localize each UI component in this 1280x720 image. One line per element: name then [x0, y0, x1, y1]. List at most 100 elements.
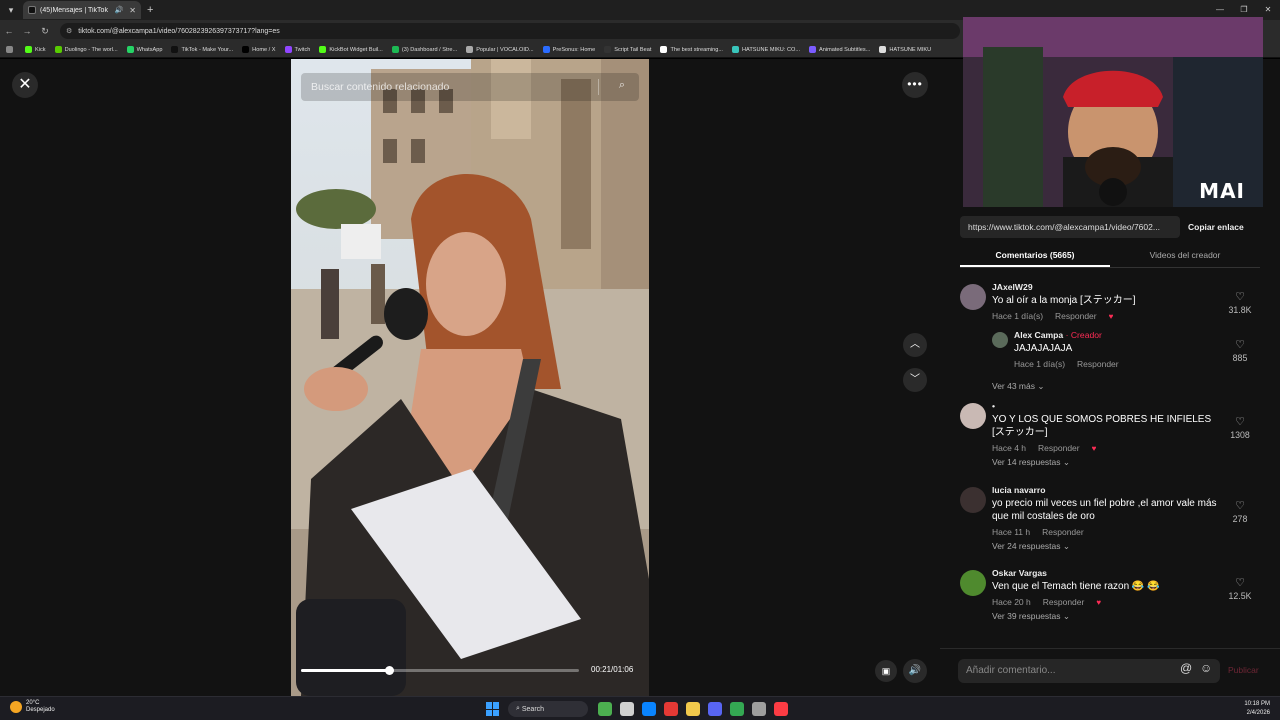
chatgpt-icon[interactable] [752, 702, 766, 716]
bookmark-item[interactable]: WhatsApp [126, 46, 162, 53]
close-viewer-button[interactable]: ✕ [12, 72, 38, 98]
comment-time: Hace 11 h [992, 527, 1031, 537]
bookmark-item[interactable]: The best streaming... [660, 46, 723, 53]
chrome-icon[interactable] [730, 702, 744, 716]
avatar[interactable] [960, 570, 986, 596]
heart-icon[interactable]: ♡ [1220, 290, 1260, 303]
bookmark-item[interactable]: Twitch [284, 46, 311, 53]
comment-likes[interactable]: ♡ 12.5K [1220, 576, 1260, 601]
heart-icon[interactable]: ♡ [1220, 576, 1260, 589]
tab-search-icon[interactable]: ▾ [3, 2, 19, 18]
progress-fill [301, 669, 390, 672]
view-replies[interactable]: Ver 14 respuestas ⌄ [992, 457, 1220, 468]
taskbar-search[interactable]: ⌕ Search [508, 701, 588, 717]
comment-likes[interactable]: ♡ 1308 [1220, 415, 1260, 440]
bookmark-item[interactable]: HATSUNE MIKU [879, 46, 931, 53]
more-options-button[interactable]: ••• [902, 72, 928, 98]
bookmark-item[interactable]: Script Tail Beat [604, 46, 651, 53]
site-info-icon[interactable]: ⚙ [66, 27, 72, 35]
music-icon[interactable] [774, 702, 788, 716]
tab-close-icon[interactable]: ✕ [129, 6, 136, 15]
bookmark-item[interactable]: Duolingo - The worl... [54, 46, 118, 53]
publish-button[interactable]: Publicar [1228, 665, 1259, 675]
bookmark-label: Twitch [294, 46, 311, 53]
reply-button[interactable]: Responder [1055, 311, 1097, 321]
floating-player-icon[interactable]: ▣ [875, 660, 897, 682]
opera-icon[interactable] [664, 702, 678, 716]
comment-username[interactable]: • [992, 401, 1220, 411]
browser-tab[interactable]: (45)Mensajes | TikTok 🔊 ✕ [23, 1, 141, 19]
heart-icon[interactable]: ♡ [1220, 499, 1260, 512]
reply-button[interactable]: Responder [1042, 527, 1084, 537]
url-field[interactable]: ⚙ tiktok.com/@alexcampa1/video/760282392… [60, 23, 960, 39]
task-view-icon[interactable] [620, 702, 634, 716]
avatar[interactable] [992, 332, 1008, 348]
discord-icon[interactable] [708, 702, 722, 716]
new-tab-button[interactable]: + [147, 4, 153, 16]
emoji-icon[interactable]: ☺ [1200, 661, 1212, 675]
heart-icon[interactable]: ♡ [1220, 415, 1260, 428]
bookmark-favicon-icon [126, 46, 134, 53]
bookmark-item[interactable]: Home / X [242, 46, 276, 53]
bookmark-favicon-icon [731, 46, 739, 53]
comment-meta: Hace 4 h Responder ♥ [992, 443, 1220, 453]
reply-username[interactable]: Alex Campa · Creador [1014, 330, 1220, 340]
comment-likes[interactable]: ♡ 278 [1220, 499, 1260, 524]
avatar[interactable] [960, 487, 986, 513]
heart-icon[interactable]: ♡ [1220, 338, 1260, 351]
tab-creator-videos[interactable]: Videos del creador [1110, 246, 1260, 267]
video-progress-bar[interactable] [301, 666, 579, 675]
edge-icon[interactable] [642, 702, 656, 716]
comment-text: yo precio mil veces un fiel pobre ,el am… [992, 498, 1217, 522]
search-icon[interactable]: ⌕ [619, 79, 625, 92]
video-player[interactable]: Buscar contenido relacionado ⌕ 00:21/01:… [291, 59, 649, 696]
tab-comments[interactable]: Comentarios (5665) [960, 246, 1110, 267]
windows-start-icon[interactable] [486, 702, 500, 716]
bookmark-item[interactable]: TikTok - Make Your... [171, 46, 233, 53]
comment-username[interactable]: Oskar Vargas [992, 568, 1220, 578]
reload-icon[interactable]: ↻ [36, 26, 54, 37]
next-video-button[interactable]: ﹀ [903, 368, 927, 392]
comment-likes[interactable]: ♡ 31.8K [1220, 290, 1260, 315]
comment-time: Hace 1 día(s) [992, 311, 1044, 321]
bookmark-favicon-icon [466, 46, 474, 53]
system-clock[interactable]: 10:18 PM 2/4/2026 [1244, 700, 1270, 718]
view-replies[interactable]: Ver 24 respuestas ⌄ [992, 541, 1220, 552]
avatar[interactable] [960, 403, 986, 429]
bookmark-item[interactable]: PreSonus: Home [542, 46, 595, 53]
volume-icon[interactable]: 🔊 [903, 659, 927, 683]
clock-date: 2/4/2026 [1246, 710, 1270, 716]
view-more-replies[interactable]: Ver 43 más ⌄ [992, 381, 1045, 392]
widgets-icon[interactable] [598, 702, 612, 716]
bookmark-item[interactable]: Popular | VOCALOID... [466, 46, 534, 53]
share-link-field[interactable]: https://www.tiktok.com/@alexcampa1/video… [960, 216, 1180, 238]
comment-meta: Hace 11 h Responder [992, 527, 1220, 537]
bookmark-item[interactable]: Animated Subtitles... [809, 46, 870, 53]
previous-video-button[interactable]: ︿ [903, 333, 927, 357]
bookmark-label: (3) Dashboard / Stre... [401, 46, 458, 53]
bookmark-item[interactable]: (3) Dashboard / Stre... [391, 46, 458, 53]
copy-link-button[interactable]: Copiar enlace [1188, 222, 1244, 232]
comment-list: JAxelW29 Yo al oír a la monja [ステッカー] Ha… [940, 280, 1280, 640]
reply-likes[interactable]: ♡ 885 [1220, 338, 1260, 363]
file-explorer-icon[interactable] [686, 702, 700, 716]
comment-username[interactable]: lucia navarro [992, 485, 1220, 495]
avatar[interactable] [960, 284, 986, 310]
reply-button[interactable]: Responder [1043, 597, 1085, 607]
forward-icon[interactable]: → [18, 26, 36, 36]
comment-text: Yo al oír a la monja [ステッカー] [992, 295, 1136, 306]
bookmark-item[interactable]: HATSUNE MIKU: CO... [731, 46, 800, 53]
weather-widget[interactable]: 20°C Despejado [10, 700, 55, 714]
reply-button[interactable]: Responder [1038, 443, 1080, 453]
back-icon[interactable]: ← [0, 26, 18, 36]
bookmark-item[interactable]: KickBot Widget Buil... [319, 46, 383, 53]
apps-icon[interactable] [6, 46, 16, 53]
reply-button[interactable]: Responder [1077, 359, 1119, 369]
comment-username[interactable]: JAxelW29 [992, 282, 1220, 292]
view-replies-text: Ver 14 respuestas [992, 457, 1061, 467]
mention-icon[interactable]: @ [1180, 661, 1192, 675]
speaker-icon[interactable]: 🔊 [115, 6, 124, 14]
bookmark-item[interactable]: Kick [25, 46, 46, 53]
view-replies[interactable]: Ver 39 respuestas ⌄ [992, 611, 1220, 622]
related-search-box[interactable]: Buscar contenido relacionado ⌕ [301, 73, 639, 101]
